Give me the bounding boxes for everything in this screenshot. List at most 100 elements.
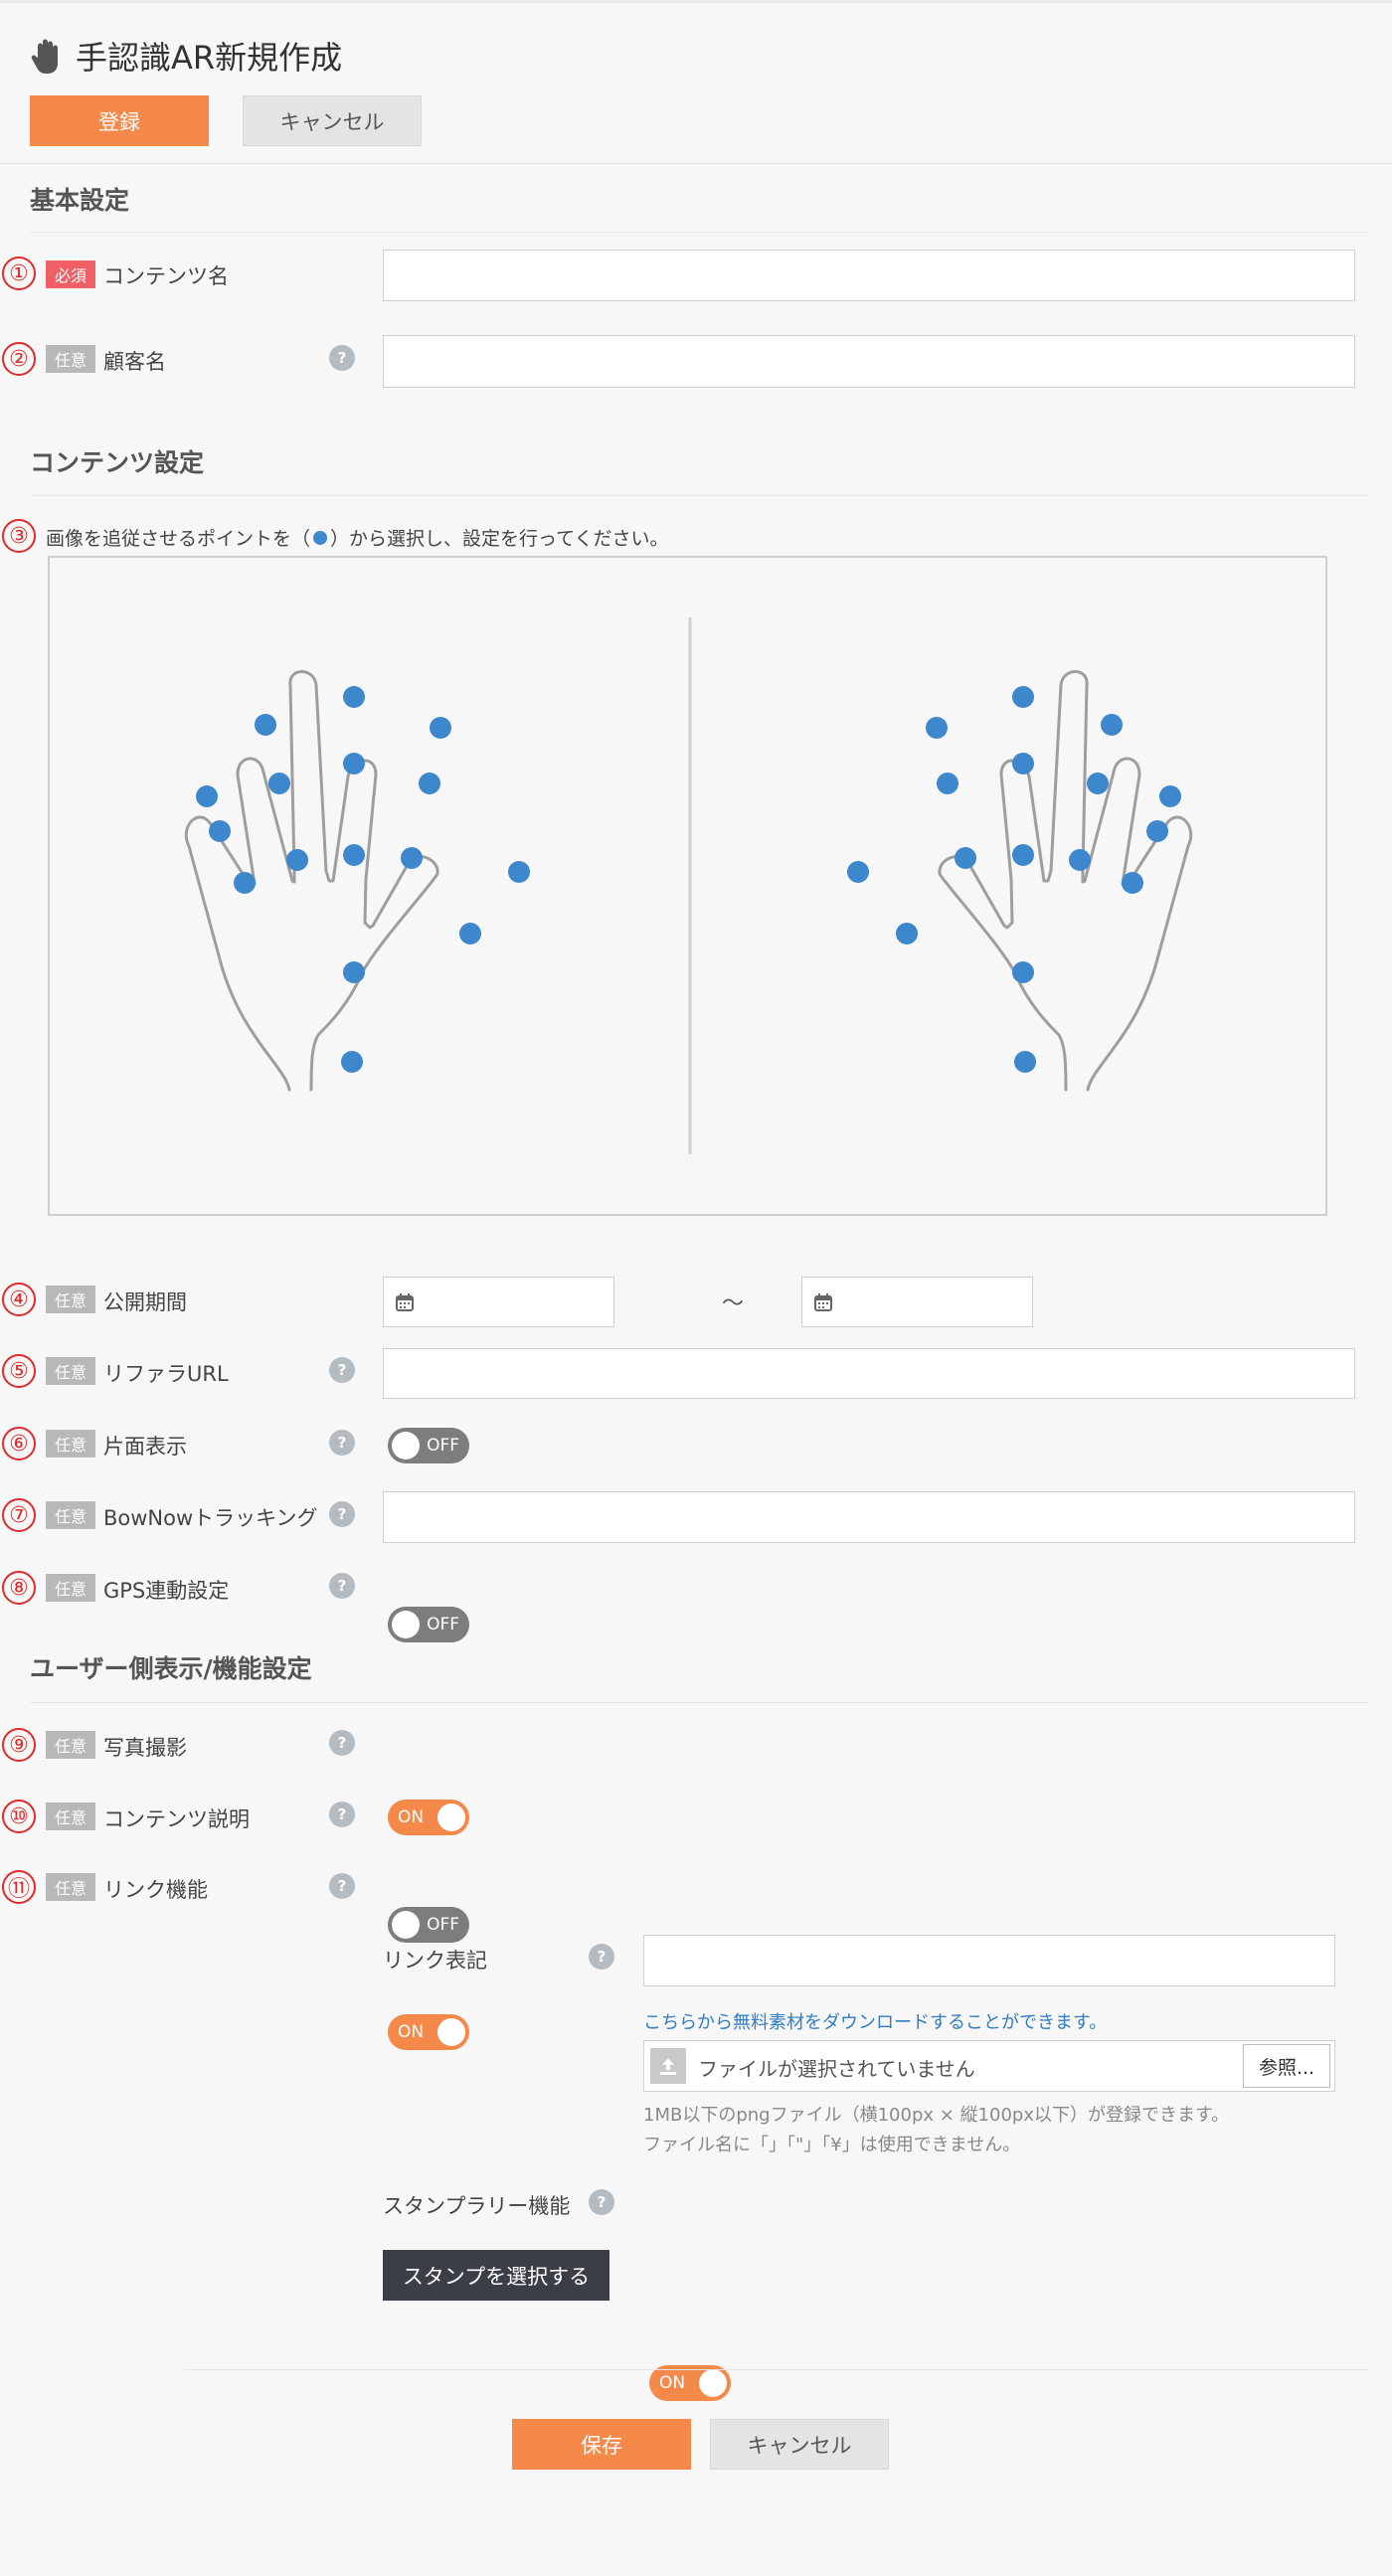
help-icon[interactable]: ?	[329, 1873, 355, 1899]
hand-diagram-svg	[184, 617, 1193, 1154]
right-point-pinky-base[interactable]	[1122, 872, 1143, 894]
page-title: 手認識AR新規作成	[76, 39, 343, 77]
file-placeholder: ファイルが選択されていません	[698, 2057, 975, 2081]
help-icon[interactable]: ?	[329, 1730, 355, 1756]
left-point-middle-base[interactable]	[343, 844, 365, 866]
link-text-label: リンク表記	[383, 1949, 487, 1973]
upload-icon	[650, 2048, 686, 2084]
upload-arrow-svg	[660, 2058, 676, 2075]
left-point-pinky-mid[interactable]	[209, 820, 231, 842]
bownow-tracking-input[interactable]	[383, 1491, 1355, 1543]
right-point-index-base[interactable]	[955, 847, 976, 869]
instruction-text-after: ）から選択し、設定を行ってください。	[330, 528, 669, 550]
content-description-toggle[interactable]: OFF	[388, 1907, 469, 1943]
toggle-state: ON	[398, 1807, 425, 1827]
help-icon[interactable]: ?	[329, 1501, 355, 1527]
link-feature-toggle[interactable]: ON	[388, 2014, 469, 2050]
referrer-url-input[interactable]	[383, 1348, 1355, 1399]
left-point-index-base[interactable]	[401, 847, 423, 869]
right-point-index-mid[interactable]	[937, 773, 958, 794]
free-material-download-link[interactable]: こちらから無料素材をダウンロードすることができます。	[643, 2008, 1107, 2034]
right-point-pinky-tip[interactable]	[1159, 785, 1181, 807]
gps-setting-label: GPS連動設定	[103, 1579, 230, 1603]
help-icon[interactable]: ?	[329, 1573, 355, 1599]
left-hand	[184, 670, 530, 1092]
help-icon[interactable]: ?	[329, 1802, 355, 1827]
page-header: 手認識AR新規作成	[30, 34, 342, 78]
publish-start-date-input[interactable]	[383, 1277, 614, 1327]
left-point-ring-base[interactable]	[286, 849, 308, 871]
cancel-button-top[interactable]: キャンセル	[243, 95, 422, 146]
content-name-input[interactable]	[383, 250, 1355, 301]
link-feature-label: リンク機能	[103, 1878, 208, 1902]
toggle-knob	[699, 2369, 727, 2397]
left-point-thumb-tip[interactable]	[508, 861, 530, 883]
stamp-rally-toggle[interactable]: ON	[649, 2365, 731, 2401]
right-point-wrist[interactable]	[1014, 1051, 1036, 1073]
right-point-index-tip[interactable]	[926, 717, 948, 739]
left-point-wrist[interactable]	[341, 1051, 363, 1073]
select-stamp-button[interactable]: スタンプを選択する	[383, 2250, 609, 2301]
help-icon[interactable]: ?	[329, 1430, 355, 1456]
point-dot-icon	[313, 530, 328, 545]
publish-end-date-input[interactable]	[801, 1277, 1033, 1327]
photo-toggle[interactable]: ON	[388, 1800, 469, 1835]
right-point-ring-mid[interactable]	[1087, 773, 1109, 794]
right-point-thumb-base[interactable]	[896, 923, 918, 945]
optional-badge: 任意	[46, 1873, 95, 1901]
calendar-icon	[396, 1292, 414, 1311]
left-point-ring-tip[interactable]	[255, 714, 276, 736]
right-point-pinky-mid[interactable]	[1146, 820, 1168, 842]
left-point-middle-mid[interactable]	[343, 753, 365, 774]
customer-name-label: 顧客名	[103, 350, 166, 374]
browse-button[interactable]: 参照...	[1243, 2044, 1330, 2088]
save-button[interactable]: 保存	[512, 2419, 691, 2470]
toggle-state: OFF	[427, 1615, 459, 1634]
file-upload-field[interactable]: ファイルが選択されていません 参照...	[643, 2040, 1335, 2092]
toggle-knob	[392, 1911, 420, 1939]
customer-name-input[interactable]	[383, 335, 1355, 388]
left-point-middle-tip[interactable]	[343, 686, 365, 708]
link-text-input[interactable]	[643, 1935, 1335, 1986]
right-point-palm[interactable]	[1012, 961, 1034, 983]
period-separator: ～	[722, 1291, 745, 1316]
right-point-middle-tip[interactable]	[1012, 686, 1034, 708]
header-divider	[0, 163, 1392, 164]
section-title-basic: 基本設定	[30, 186, 130, 215]
number-marker-4: ④	[2, 1283, 36, 1316]
register-button[interactable]: 登録	[30, 95, 209, 146]
right-point-thumb-tip[interactable]	[847, 861, 869, 883]
help-icon[interactable]: ?	[589, 1944, 614, 1970]
left-point-thumb-base[interactable]	[459, 923, 481, 945]
help-icon[interactable]: ?	[589, 2189, 614, 2215]
single-side-toggle[interactable]: OFF	[388, 1428, 469, 1463]
left-point-pinky-base[interactable]	[234, 872, 256, 894]
help-icon[interactable]: ?	[329, 1357, 355, 1383]
number-marker-5: ⑤	[2, 1354, 36, 1388]
gps-toggle[interactable]: OFF	[388, 1607, 469, 1642]
left-point-ring-mid[interactable]	[268, 773, 290, 794]
left-point-palm[interactable]	[343, 961, 365, 983]
number-marker-7: ⑦	[2, 1498, 36, 1532]
file-hint-name: ファイル名に「」「"」「¥」は使用できません。	[643, 2135, 1021, 2155]
section-title-user: ユーザー側表示/機能設定	[30, 1654, 312, 1683]
toggle-state: ON	[659, 2373, 686, 2393]
right-point-ring-base[interactable]	[1069, 849, 1091, 871]
right-point-middle-mid[interactable]	[1012, 753, 1034, 774]
right-point-ring-tip[interactable]	[1101, 714, 1123, 736]
left-point-index-tip[interactable]	[430, 717, 451, 739]
toggle-state: OFF	[427, 1915, 459, 1935]
bownow-tracking-label: BowNowトラッキング	[103, 1506, 318, 1530]
toggle-knob	[437, 2018, 465, 2046]
left-point-pinky-tip[interactable]	[196, 785, 218, 807]
referrer-url-label: リファラURL	[103, 1362, 229, 1386]
cancel-button-bottom[interactable]: キャンセル	[710, 2419, 889, 2470]
hand-icon	[31, 39, 58, 74]
right-point-middle-base[interactable]	[1012, 844, 1034, 866]
content-divider	[30, 495, 1368, 496]
number-marker-9: ⑨	[2, 1728, 36, 1762]
optional-badge: 任意	[46, 1501, 95, 1529]
left-point-index-mid[interactable]	[419, 773, 440, 794]
help-icon[interactable]: ?	[329, 345, 355, 371]
right-hand	[847, 670, 1193, 1092]
